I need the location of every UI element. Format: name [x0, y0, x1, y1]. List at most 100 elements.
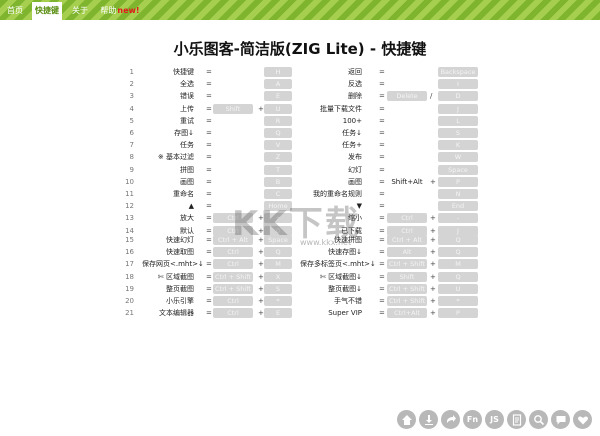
plus-sign: +: [258, 309, 264, 318]
right-shortcut-key[interactable]: W: [438, 152, 478, 163]
plus-sign: +: [258, 297, 264, 305]
right-shortcut-key[interactable]: End: [438, 201, 478, 212]
left-action-name: 重试: [180, 116, 194, 125]
right-shortcut-key[interactable]: L: [438, 115, 478, 126]
row-number: 7: [129, 141, 134, 150]
left-modifier-key[interactable]: Ctrl: [213, 247, 253, 258]
right-shortcut-key[interactable]: S: [438, 128, 478, 138]
equals-sign: =: [206, 190, 212, 198]
row-number: 15: [125, 236, 134, 244]
left-modifier-key[interactable]: Ctrl: [213, 259, 253, 270]
left-shortcut-key[interactable]: M: [264, 259, 292, 270]
left-action-name: 快捷键: [173, 68, 194, 76]
plus-sign: +: [430, 236, 436, 244]
chat-icon[interactable]: [551, 410, 570, 429]
shortcut-row: 8 ※ 基本过滤 = Z 发布 = W: [0, 151, 600, 163]
row-number: 8: [129, 153, 134, 162]
right-shortcut-key[interactable]: M: [438, 259, 478, 270]
left-action-name: 小乐引擎: [166, 297, 194, 305]
right-shortcut-key[interactable]: Backspace: [438, 67, 478, 77]
fn-icon[interactable]: Fn: [463, 410, 482, 429]
tab-about[interactable]: 关于: [70, 2, 90, 20]
right-modifier-key[interactable]: Alt: [387, 247, 427, 258]
equals-sign: =: [206, 284, 212, 293]
equals-sign: =: [206, 309, 212, 318]
left-action-name: 放大: [180, 214, 194, 223]
equals-sign: =: [379, 236, 385, 244]
left-action-name: 画图: [180, 177, 194, 186]
right-modifier-key[interactable]: Shift: [387, 271, 427, 282]
right-shortcut-key[interactable]: J: [438, 103, 478, 114]
left-shortcut-key[interactable]: E: [264, 91, 292, 102]
left-shortcut-key[interactable]: S: [264, 283, 292, 294]
right-shortcut-key[interactable]: Q: [438, 235, 478, 245]
row-number: 16: [125, 248, 134, 257]
left-shortcut-key[interactable]: U: [264, 103, 292, 114]
right-modifier-key[interactable]: Ctrl+Alt: [387, 308, 427, 319]
document-icon[interactable]: [507, 410, 526, 429]
right-modifier-key: Shift+Alt: [391, 177, 423, 186]
left-shortcut-key[interactable]: *: [264, 296, 292, 306]
left-shortcut-key[interactable]: A: [264, 79, 292, 90]
left-shortcut-key[interactable]: Z: [264, 152, 292, 163]
shortcut-row: 19 整页截图 = Ctrl + Shift + S 整页截图↓ = Ctrl + Shift +…: [0, 283, 600, 295]
right-shortcut-key[interactable]: N: [438, 189, 478, 199]
plus-sign: +: [258, 260, 264, 269]
right-modifier-key[interactable]: Ctrl + Alt: [387, 235, 427, 245]
right-shortcut-key[interactable]: P: [438, 308, 478, 319]
right-shortcut-key[interactable]: K: [438, 140, 478, 151]
row-number: 21: [125, 309, 134, 318]
equals-sign: =: [206, 104, 212, 113]
share-icon[interactable]: [441, 410, 460, 429]
right-modifier-key[interactable]: Delete: [387, 91, 427, 102]
left-modifier-key[interactable]: Ctrl: [213, 296, 253, 306]
right-shortcut-key[interactable]: P: [438, 176, 478, 187]
tab-home[interactable]: 首页: [4, 2, 26, 20]
left-modifier-key[interactable]: Ctrl + Shift: [213, 283, 253, 294]
equals-sign: =: [379, 116, 385, 125]
left-modifier-key[interactable]: Shift: [213, 103, 253, 114]
shortcut-row: 4 上传 = Shift + U 批量下载文件 = J: [0, 103, 600, 115]
tab-help[interactable]: 帮助new!: [100, 2, 140, 20]
right-modifier-key[interactable]: Ctrl: [387, 213, 427, 224]
shortcut-row: 9 拼图 = T 幻灯 = Space: [0, 164, 600, 176]
right-modifier-key[interactable]: Ctrl + Shift: [387, 283, 427, 294]
row-number: 10: [125, 177, 134, 186]
heart-icon[interactable]: [573, 410, 592, 429]
left-shortcut-key[interactable]: Q: [264, 128, 292, 138]
right-action-name: ✄ 区域截图↓: [320, 272, 362, 281]
right-shortcut-key[interactable]: D: [438, 91, 478, 102]
left-shortcut-key[interactable]: Q: [264, 247, 292, 258]
left-shortcut-key[interactable]: X: [264, 271, 292, 282]
left-shortcut-key[interactable]: T: [264, 164, 292, 175]
left-shortcut-key[interactable]: B: [264, 176, 292, 187]
left-action-name: ✄ 区域截图: [157, 272, 194, 281]
right-shortcut-key[interactable]: I: [438, 79, 478, 90]
left-shortcut-key[interactable]: V: [264, 140, 292, 151]
home-icon[interactable]: [397, 410, 416, 429]
right-shortcut-key[interactable]: Q: [438, 247, 478, 258]
right-shortcut-key[interactable]: Q: [438, 271, 478, 282]
right-modifier-key[interactable]: Ctrl + Shift: [387, 296, 427, 306]
left-modifier-key[interactable]: Ctrl + Shift: [213, 271, 253, 282]
shortcut-row: 17 保存网页<.mht>↓ = Ctrl + M 保存多标签页<.mht>↓ = Ctrl +…: [0, 258, 600, 270]
right-shortcut-key[interactable]: Space: [438, 164, 478, 175]
left-shortcut-key[interactable]: E: [264, 308, 292, 319]
js-icon[interactable]: JS: [485, 410, 504, 429]
right-action-name: 反选: [348, 80, 362, 89]
plus-sign: +: [258, 104, 264, 113]
search-icon[interactable]: [529, 410, 548, 429]
row-number: 9: [129, 165, 134, 174]
shortcut-row: 16 快速取图 = Ctrl + Q 快速存图↓ = Alt + Q: [0, 246, 600, 258]
left-shortcut-key[interactable]: R: [264, 115, 292, 126]
plus-sign: +: [430, 297, 436, 305]
right-shortcut-key[interactable]: -: [438, 213, 478, 224]
download-icon[interactable]: [419, 410, 438, 429]
right-shortcut-key[interactable]: *: [438, 296, 478, 306]
tab-shortcuts[interactable]: 快捷键: [32, 2, 62, 20]
left-modifier-key[interactable]: Ctrl: [213, 308, 253, 319]
right-shortcut-key[interactable]: U: [438, 283, 478, 294]
plus-sign: +: [430, 309, 436, 318]
left-shortcut-key[interactable]: H: [264, 67, 292, 77]
right-modifier-key[interactable]: Ctrl + Shift: [387, 259, 427, 270]
